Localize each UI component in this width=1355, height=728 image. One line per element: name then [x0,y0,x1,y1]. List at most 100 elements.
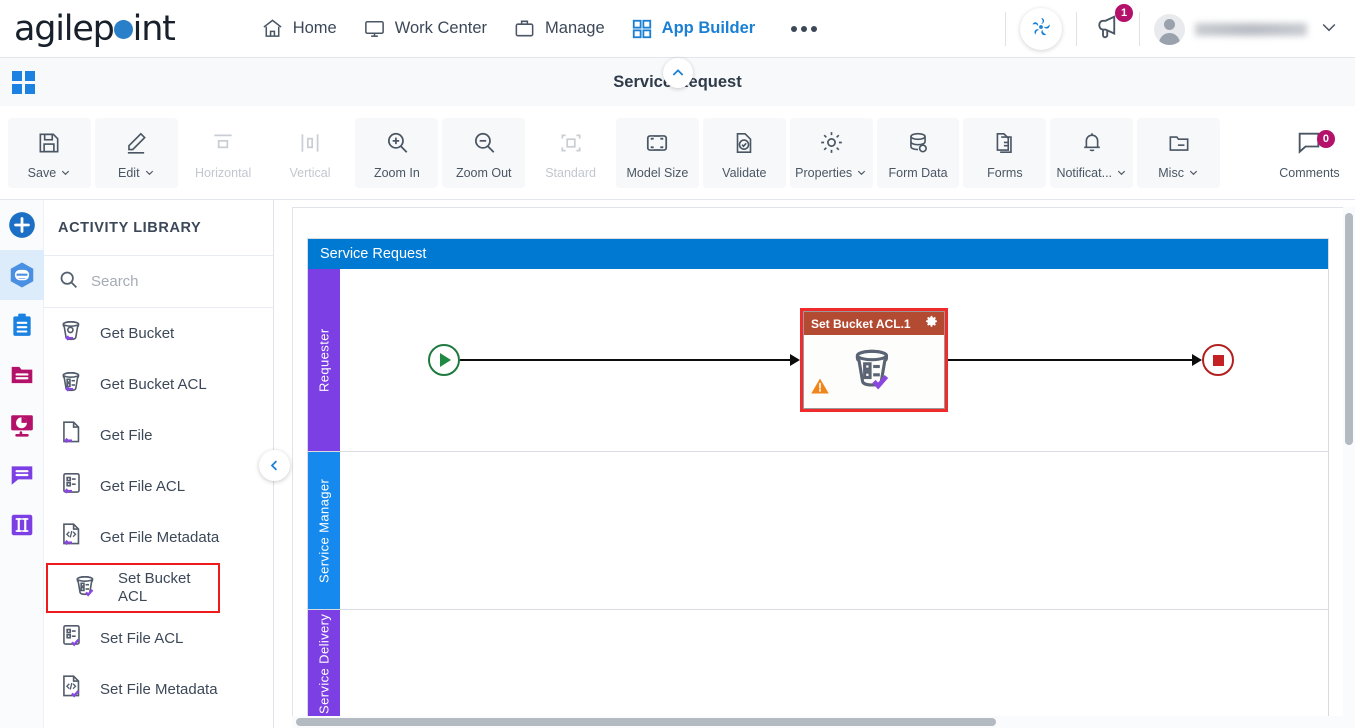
avatar[interactable] [1154,13,1185,45]
stop-icon [1212,354,1224,366]
start-event-node[interactable] [428,344,460,376]
misc-text: Misc [1158,165,1184,180]
database-icon [905,126,931,160]
file-metadata-get-icon [58,521,86,554]
activity-list: Get Bucket Get Bucket ACL Get File Get F… [44,308,273,715]
lane-body-requester[interactable]: Set Bucket ACL.1 [340,269,1328,451]
rail-item-add[interactable] [0,200,44,250]
nav-item-home[interactable]: Home [261,17,337,40]
toolbar-comments-button[interactable]: 0 Comments [1268,118,1351,188]
toolbar-properties-button[interactable]: Properties [789,117,873,188]
monitor-icon [363,17,386,40]
process-canvas[interactable]: Service Request Requester Set Bucket ACL… [292,207,1355,728]
toolbar-form-data-button[interactable]: Form Data [876,117,960,188]
horizontal-icon [210,126,236,160]
list-item-set-file-metadata[interactable]: Set File Metadata [44,664,273,715]
save-text: Save [27,165,57,180]
nav-item-app-builder[interactable]: App Builder [631,18,756,40]
toolbar-notifications-button[interactable]: Notificat... [1050,117,1134,188]
rail-item-comments[interactable] [0,450,44,500]
end-event-node[interactable] [1202,344,1234,376]
file-acl-set-icon [58,622,86,655]
pool-title: Service Request [308,239,1328,269]
rail-item-folder[interactable] [0,350,44,400]
toolbar-model-size-label: Model Size [626,165,689,180]
list-item-get-file-acl[interactable]: Get File ACL [44,461,273,512]
logo-text-part2: int [132,8,176,49]
activity-node-set-bucket-acl[interactable]: Set Bucket ACL.1 [800,308,948,412]
vertical-scroll-thumb[interactable] [1345,213,1353,445]
nav-label-home: Home [292,19,337,37]
folder-icon [1166,126,1192,160]
comments-icon [11,466,33,485]
toolbar-standard-label: Standard [545,165,596,180]
lane-body-service-delivery[interactable] [340,610,1328,717]
toolbar-model-size-button[interactable]: Model Size [616,117,699,188]
nav-label-app-builder: App Builder [661,19,756,37]
list-item-set-file-acl[interactable]: Set File ACL [44,613,273,664]
bucket-acl-get-icon [58,368,86,401]
collapse-header-button[interactable] [663,58,693,88]
pinwheel-icon [1029,15,1053,44]
toolbar-vertical-button[interactable]: Vertical [269,118,352,188]
search-input[interactable] [91,273,251,290]
toolbar-zoom-out-button[interactable]: Zoom Out [442,117,526,188]
chevron-left-icon [270,460,277,471]
lane-label-requester: Requester [308,269,340,451]
user-menu-button[interactable] [1319,17,1339,42]
rail-item-columns[interactable] [0,500,44,550]
announcements-button[interactable]: 1 [1091,3,1133,49]
rail-item-activities[interactable] [0,250,44,300]
pinwheel-button[interactable] [1020,8,1062,50]
username-label [1195,22,1307,36]
chevron-down-icon [1322,23,1336,31]
toolbar-edit-button[interactable]: Edit [94,117,178,188]
toolbar-save-button[interactable]: Save [8,117,91,188]
rail-item-tasks[interactable] [0,300,44,350]
nav-label-manage: Manage [545,19,605,37]
flow-connector-1 [460,359,795,361]
toolbar-validate-button[interactable]: Validate [702,117,786,188]
toolbar-properties-label: Properties [795,166,867,180]
file-metadata-set-icon [58,673,86,706]
dot-3 [811,25,818,32]
gear-icon[interactable] [925,315,938,333]
list-item-get-bucket-acl[interactable]: Get Bucket ACL [44,359,273,410]
file-get-icon [58,419,86,452]
list-item-get-file[interactable]: Get File [44,410,273,461]
properties-text: Properties [795,165,853,180]
nav-label-work-center: Work Center [394,19,488,37]
toolbar-horizontal-button[interactable]: Horizontal [182,118,265,188]
agilepoint-logo[interactable]: agilep int [14,8,176,49]
toolbar-standard-button[interactable]: Standard [529,118,612,188]
dot-1 [791,25,798,32]
horizontal-scroll-thumb[interactable] [296,718,996,726]
avatar-body [1159,32,1180,45]
lane-body-service-manager[interactable] [340,452,1328,609]
chevron-down-icon [145,170,153,176]
save-icon [36,126,62,160]
activity-node-body [804,335,944,408]
collapse-library-button[interactable] [259,450,290,481]
standard-icon [558,126,584,160]
list-item-get-bucket[interactable]: Get Bucket [44,308,273,359]
nav-item-work-center[interactable]: Work Center [363,17,487,40]
bell-icon [1079,126,1105,160]
header-right-actions: 1 [991,0,1355,58]
rail-item-reports[interactable] [0,400,44,450]
warning-icon [810,376,830,401]
toolbar-misc-button[interactable]: Misc [1137,117,1221,188]
list-item-get-file-metadata[interactable]: Get File Metadata [44,512,273,563]
toolbar-forms-button[interactable]: Forms [963,117,1047,188]
logo-text-part1: agilep [14,8,115,49]
list-item-label: Set Bucket ACL [118,570,191,605]
top-header: agilep int Home Work Center Manage App B… [0,0,1355,58]
canvas-horizontal-scrollbar[interactable] [292,716,1355,728]
list-item-set-bucket-acl[interactable]: Set Bucket ACL [46,563,220,613]
dot-2 [801,25,808,32]
toolbar-zoom-in-button[interactable]: Zoom In [355,117,439,188]
canvas-vertical-scrollbar[interactable] [1343,207,1355,728]
nav-item-manage[interactable]: Manage [513,17,605,40]
nav-overflow-button[interactable] [791,25,818,32]
toolbar-save-label: Save [28,166,72,180]
